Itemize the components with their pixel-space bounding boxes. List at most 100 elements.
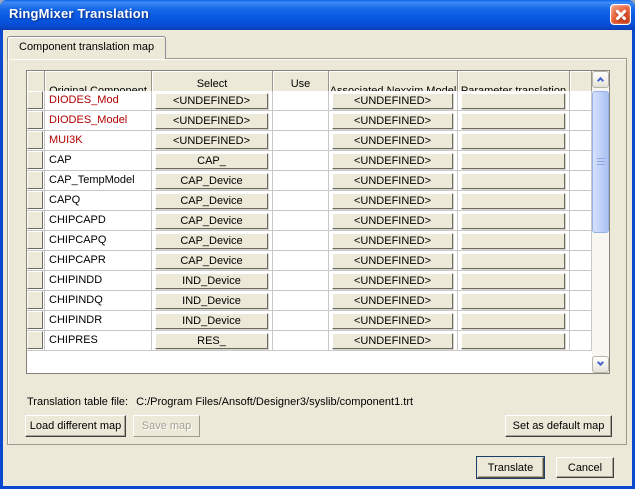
row-selector-button[interactable] xyxy=(27,251,43,269)
nexxim-model-button[interactable]: <UNDEFINED> xyxy=(332,313,453,329)
parameter-translation-cell xyxy=(458,291,570,311)
original-component-label: DIODES_Model xyxy=(49,114,127,126)
parameter-translation-button[interactable] xyxy=(461,253,565,269)
translated-component-button[interactable]: <UNDEFINED> xyxy=(155,133,268,149)
scrollbar-thumb[interactable] xyxy=(592,91,609,233)
use-planarem-cell xyxy=(273,191,329,211)
row-selector-cell xyxy=(27,231,45,251)
row-selector-cell xyxy=(27,251,45,271)
file-path-label: Translation table file: xyxy=(27,396,128,408)
row-selector-button[interactable] xyxy=(27,151,43,169)
original-component-cell: CHIPCAPR xyxy=(45,251,152,271)
nexxim-model-cell: <UNDEFINED> xyxy=(329,231,458,251)
parameter-translation-button[interactable] xyxy=(461,213,565,229)
translated-component-button[interactable]: <UNDEFINED> xyxy=(155,113,268,129)
row-selector-button[interactable] xyxy=(27,311,43,329)
nexxim-model-cell: <UNDEFINED> xyxy=(329,191,458,211)
row-selector-button[interactable] xyxy=(27,191,43,209)
nexxim-model-button[interactable]: <UNDEFINED> xyxy=(332,93,453,109)
original-component-cell: DIODES_Model xyxy=(45,111,152,131)
parameter-translation-button[interactable] xyxy=(461,313,565,329)
close-button[interactable] xyxy=(610,4,631,25)
dialog-body: Component translation map Original Compo… xyxy=(3,30,632,486)
use-planarem-cell xyxy=(273,311,329,331)
nexxim-model-cell: <UNDEFINED> xyxy=(329,331,458,351)
translated-component-button[interactable]: CAP_ xyxy=(155,153,268,169)
translated-component-button[interactable]: IND_Device xyxy=(155,273,268,289)
nexxim-model-button[interactable]: <UNDEFINED> xyxy=(332,213,453,229)
nexxim-model-button[interactable]: <UNDEFINED> xyxy=(332,333,453,349)
nexxim-model-button[interactable]: <UNDEFINED> xyxy=(332,233,453,249)
translated-component-button[interactable]: CAP_Device xyxy=(155,173,268,189)
nexxim-model-cell: <UNDEFINED> xyxy=(329,91,458,111)
translated-component-button[interactable]: RES_ xyxy=(155,333,268,349)
parameter-translation-button[interactable] xyxy=(461,273,565,289)
save-map-button[interactable]: Save map xyxy=(133,415,200,437)
translated-component-cell: CAP_Device xyxy=(152,171,273,191)
spacer-cell xyxy=(570,191,592,211)
parameter-translation-button[interactable] xyxy=(461,153,565,169)
parameter-translation-button[interactable] xyxy=(461,333,565,349)
nexxim-model-button[interactable]: <UNDEFINED> xyxy=(332,193,453,209)
row-selector-button[interactable] xyxy=(27,91,43,109)
row-selector-cell xyxy=(27,131,45,151)
translated-component-button[interactable]: IND_Device xyxy=(155,293,268,309)
scroll-up-button[interactable] xyxy=(592,71,609,88)
translated-component-cell: RES_ xyxy=(152,331,273,351)
parameter-translation-button[interactable] xyxy=(461,233,565,249)
spacer-cell xyxy=(570,251,592,271)
nexxim-model-button[interactable]: <UNDEFINED> xyxy=(332,173,453,189)
row-selector-button[interactable] xyxy=(27,231,43,249)
use-planarem-cell xyxy=(273,131,329,151)
translated-component-button[interactable]: CAP_Device xyxy=(155,233,268,249)
nexxim-model-cell: <UNDEFINED> xyxy=(329,271,458,291)
translated-component-cell: IND_Device xyxy=(152,271,273,291)
parameter-translation-button[interactable] xyxy=(461,93,565,109)
translated-component-button[interactable]: CAP_Device xyxy=(155,213,268,229)
spacer-cell xyxy=(570,151,592,171)
parameter-translation-button[interactable] xyxy=(461,193,565,209)
parameter-translation-cell xyxy=(458,331,570,351)
nexxim-model-button[interactable]: <UNDEFINED> xyxy=(332,273,453,289)
use-planarem-cell xyxy=(273,231,329,251)
translated-component-button[interactable]: CAP_Device xyxy=(155,253,268,269)
parameter-translation-button[interactable] xyxy=(461,173,565,189)
set-as-default-map-button[interactable]: Set as default map xyxy=(505,415,612,437)
nexxim-model-button[interactable]: <UNDEFINED> xyxy=(332,153,453,169)
tab-component-translation-map[interactable]: Component translation map xyxy=(7,36,166,59)
translated-component-button[interactable]: <UNDEFINED> xyxy=(155,93,268,109)
row-selector-button[interactable] xyxy=(27,211,43,229)
row-selector-button[interactable] xyxy=(27,291,43,309)
row-selector-button[interactable] xyxy=(27,111,43,129)
original-component-cell: DIODES_Mod xyxy=(45,91,152,111)
translated-component-button[interactable]: IND_Device xyxy=(155,313,268,329)
spacer-cell xyxy=(570,111,592,131)
original-component-cell: CAP xyxy=(45,151,152,171)
parameter-translation-button[interactable] xyxy=(461,133,565,149)
translated-component-button[interactable]: CAP_Device xyxy=(155,193,268,209)
nexxim-model-cell: <UNDEFINED> xyxy=(329,151,458,171)
close-icon xyxy=(615,9,626,20)
row-selector-button[interactable] xyxy=(27,331,43,349)
spacer-cell xyxy=(570,291,592,311)
original-component-cell: CHIPRES xyxy=(45,331,152,351)
parameter-translation-button[interactable] xyxy=(461,293,565,309)
load-different-map-button[interactable]: Load different map xyxy=(25,415,126,437)
row-selector-button[interactable] xyxy=(27,271,43,289)
nexxim-model-button[interactable]: <UNDEFINED> xyxy=(332,113,453,129)
vertical-scrollbar[interactable] xyxy=(592,71,609,373)
translated-component-cell: CAP_Device xyxy=(152,191,273,211)
spacer-cell xyxy=(570,311,592,331)
scroll-down-button[interactable] xyxy=(592,356,609,373)
parameter-translation-button[interactable] xyxy=(461,113,565,129)
nexxim-model-button[interactable]: <UNDEFINED> xyxy=(332,133,453,149)
cancel-button[interactable]: Cancel xyxy=(556,457,614,478)
row-selector-button[interactable] xyxy=(27,131,43,149)
title-bar[interactable]: RingMixer Translation xyxy=(0,0,635,30)
row-selector-button[interactable] xyxy=(27,171,43,189)
nexxim-model-button[interactable]: <UNDEFINED> xyxy=(332,293,453,309)
translate-button[interactable]: Translate xyxy=(477,457,544,478)
translation-file-path: Translation table file:C:/Program Files/… xyxy=(27,396,413,408)
use-planarem-cell xyxy=(273,331,329,351)
nexxim-model-button[interactable]: <UNDEFINED> xyxy=(332,253,453,269)
